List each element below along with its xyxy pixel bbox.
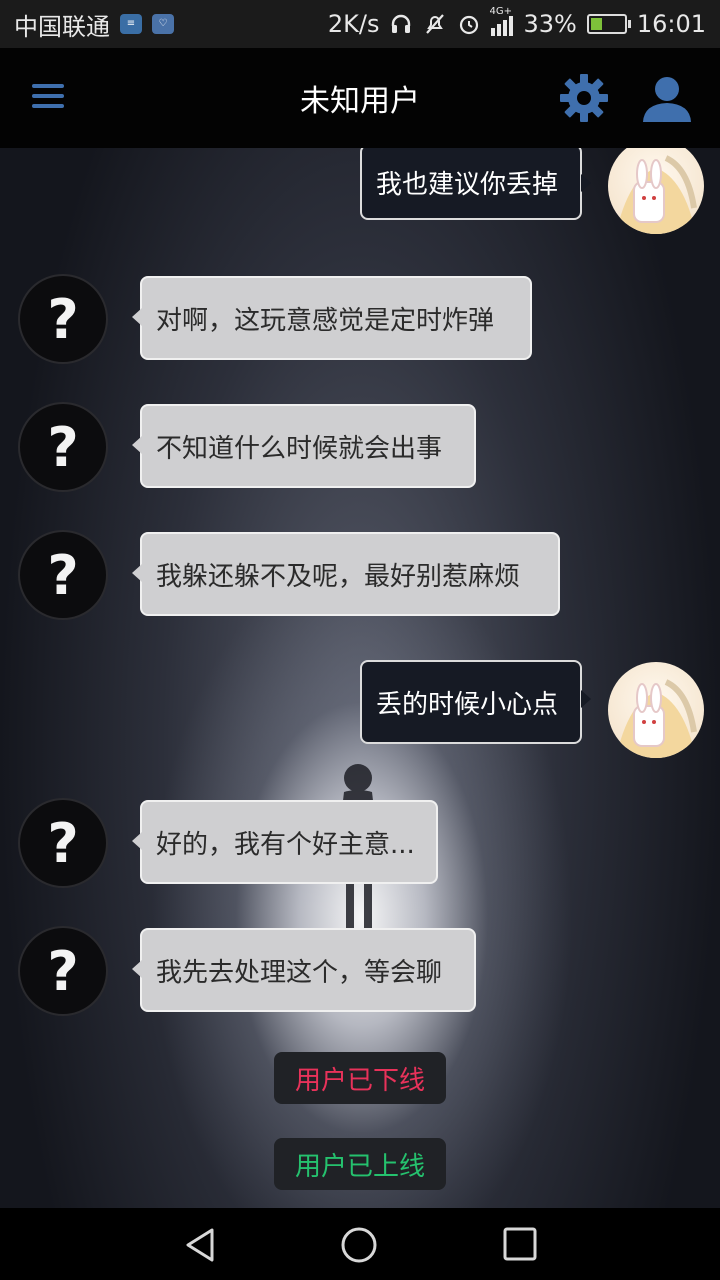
- message-text: 对啊，这玩意感觉是定时炸弹: [156, 305, 495, 336]
- battery-icon: [586, 14, 631, 34]
- user-online-notice: 用户已上线: [274, 1138, 446, 1190]
- question-mark-icon: ?: [47, 811, 79, 875]
- notice-text: 用户已上线: [294, 1151, 425, 1182]
- menu-icon[interactable]: [32, 84, 64, 110]
- headphones-icon: [392, 14, 411, 33]
- battery-percent: 33%: [523, 10, 577, 38]
- unknown-user-avatar[interactable]: ?: [18, 274, 108, 364]
- unknown-user-avatar[interactable]: ?: [18, 798, 108, 888]
- signal-icon: 4G+: [489, 6, 514, 36]
- chat-area[interactable]: 我也建议你丢掉 ? 对啊，这玩意感觉是定时炸弹 ? 不知道什么时候就会出事 ? …: [0, 148, 720, 1208]
- alarm-icon: [460, 15, 479, 35]
- my-avatar[interactable]: [608, 662, 704, 758]
- status-bar: 中国联通 ≡ ♡ 2K/s 4G+ 33% 16:01: [0, 0, 720, 48]
- anime-girl-avatar-icon: [616, 679, 697, 758]
- settings-gear-icon[interactable]: [558, 72, 610, 124]
- chat-title: 未知用户: [300, 84, 420, 119]
- unknown-user-avatar[interactable]: ?: [18, 530, 108, 620]
- question-mark-icon: ?: [47, 415, 79, 479]
- user-offline-notice: 用户已下线: [274, 1052, 446, 1104]
- clock: 16:01: [636, 10, 706, 38]
- message-text: 不知道什么时候就会出事: [156, 433, 443, 464]
- message-text: 我先去处理这个，等会聊: [156, 957, 443, 988]
- question-mark-icon: ?: [47, 543, 79, 607]
- message-text: 丢的时候小心点: [376, 689, 559, 720]
- message-text: 我也建议你丢掉: [376, 169, 559, 200]
- pulse-icon: ♡: [152, 14, 174, 34]
- unknown-user-avatar[interactable]: ?: [18, 402, 108, 492]
- question-mark-icon: ?: [47, 939, 79, 1003]
- question-mark-icon: ?: [47, 287, 79, 351]
- carrier-label: 中国联通: [14, 12, 110, 41]
- user-profile-icon[interactable]: [640, 76, 694, 122]
- network-type: 4G+: [489, 6, 512, 17]
- message-bubble-received[interactable]: 不知道什么时候就会出事: [132, 404, 476, 488]
- message-bubble-received[interactable]: 我先去处理这个，等会聊: [132, 928, 476, 1012]
- recent-apps-icon[interactable]: [502, 1226, 538, 1262]
- message-text: 好的，我有个好主意...: [156, 829, 415, 860]
- message-bubble-received[interactable]: 好的，我有个好主意...: [132, 800, 438, 884]
- message-text: 我躲还躲不及呢，最好别惹麻烦: [156, 561, 521, 592]
- anime-girl-avatar-icon: [616, 155, 697, 234]
- message-bubble-sent[interactable]: 丢的时候小心点: [360, 660, 591, 744]
- status-bar-left: 中国联通 ≡ ♡: [14, 7, 174, 42]
- status-bar-right: 2K/s 4G+ 33% 16:01: [327, 6, 706, 38]
- navigation-bar: [0, 1208, 720, 1280]
- back-icon[interactable]: [182, 1226, 220, 1264]
- app-badge-icon: ≡: [120, 14, 142, 34]
- mute-icon: [426, 14, 445, 34]
- net-speed: 2K/s: [327, 10, 380, 38]
- battery-fill: [590, 18, 602, 30]
- unknown-user-avatar[interactable]: ?: [18, 926, 108, 1016]
- message-bubble-sent[interactable]: 我也建议你丢掉: [360, 148, 591, 220]
- my-avatar[interactable]: [608, 148, 704, 234]
- message-bubble-received[interactable]: 对啊，这玩意感觉是定时炸弹: [132, 276, 532, 360]
- home-icon[interactable]: [340, 1226, 378, 1264]
- message-bubble-received[interactable]: 我躲还躲不及呢，最好别惹麻烦: [132, 532, 560, 616]
- notice-text: 用户已下线: [294, 1065, 425, 1096]
- app-bar: 未知用户: [0, 48, 720, 148]
